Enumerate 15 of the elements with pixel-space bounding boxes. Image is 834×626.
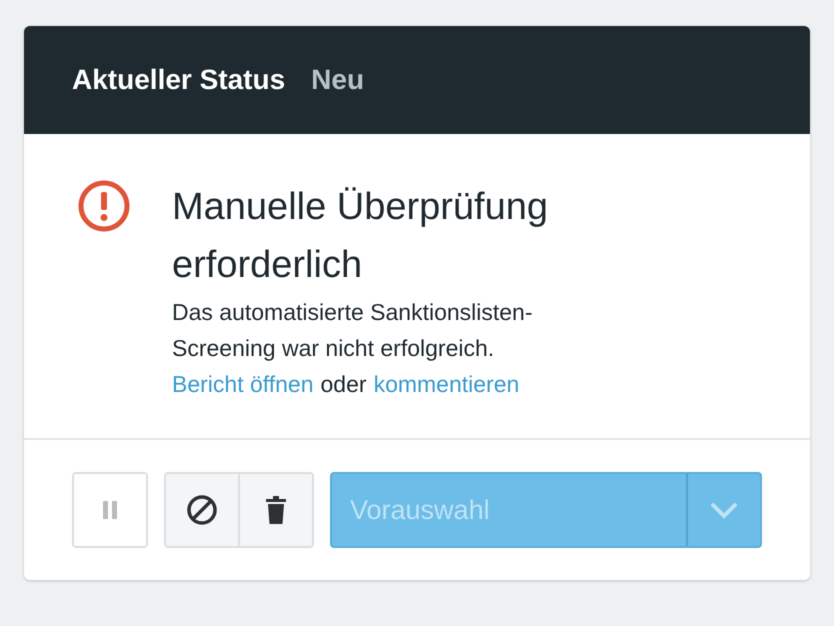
alert-description: Das automatisierte Sanktionslisten-Screening war nicht erfolgreich. (172, 298, 534, 363)
delete-button[interactable] (238, 472, 314, 548)
text-link[interactable]: kommentieren (374, 366, 520, 402)
chevron-down-icon (709, 501, 739, 519)
select-placeholder: Vorauswahl (349, 494, 491, 527)
alert-heading: Manuelle Überprüfung erforderlich (172, 185, 550, 288)
connector-text: oder (320, 370, 367, 399)
block-button[interactable] (164, 472, 240, 548)
text-link[interactable]: Bericht öffnen (172, 366, 314, 402)
header-title: Aktueller Status (72, 63, 286, 97)
pause-icon (100, 499, 120, 521)
block-icon (186, 494, 218, 526)
alert-icon (78, 180, 130, 232)
status-label: Neu (311, 63, 364, 97)
trash-icon (265, 495, 287, 525)
